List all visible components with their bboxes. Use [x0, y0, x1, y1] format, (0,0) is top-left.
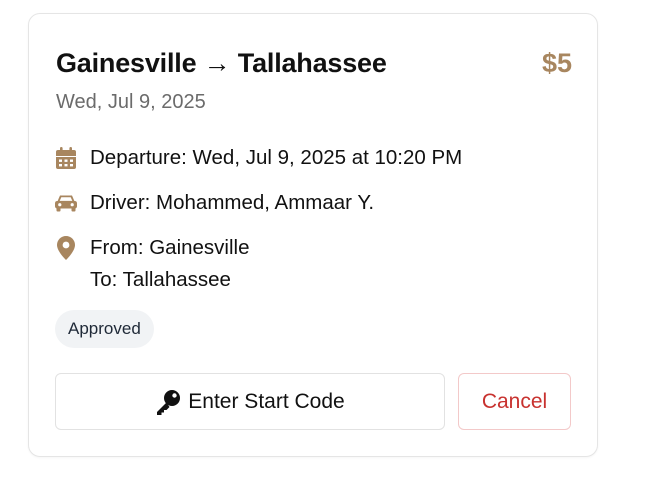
- status-badge: Approved: [55, 310, 154, 348]
- car-icon: [55, 191, 77, 215]
- calendar-icon: [55, 146, 77, 170]
- location-row: From: Gainesville To: Tallahassee: [55, 236, 250, 296]
- driver-row: Driver: Mohammed, Ammaar Y.: [55, 191, 374, 215]
- ride-price: $5: [541, 48, 572, 78]
- to-text: To: Tallahassee: [90, 268, 231, 291]
- ride-date: Wed, Jul 9, 2025: [56, 91, 206, 113]
- enter-start-code-button[interactable]: Enter Start Code: [55, 373, 445, 430]
- ride-card: Gainesville → Tallahassee $5 Wed, Jul 9,…: [28, 13, 598, 457]
- map-pin-icon: [55, 236, 77, 260]
- from-text: From: Gainesville: [90, 236, 250, 259]
- cancel-label: Cancel: [481, 389, 548, 413]
- departure-row: Departure: Wed, Jul 9, 2025 at 10:20 PM: [55, 146, 462, 170]
- key-icon: [155, 389, 181, 415]
- ride-header: Gainesville → Tallahassee $5: [56, 48, 572, 79]
- cancel-button[interactable]: Cancel: [458, 373, 571, 430]
- route-title: Gainesville → Tallahassee: [56, 48, 387, 78]
- location-lines: From: Gainesville To: Tallahassee: [90, 236, 250, 296]
- departure-text: Departure: Wed, Jul 9, 2025 at 10:20 PM: [90, 146, 463, 169]
- driver-text: Driver: Mohammed, Ammaar Y.: [90, 191, 375, 214]
- enter-start-code-label: Enter Start Code: [188, 389, 345, 413]
